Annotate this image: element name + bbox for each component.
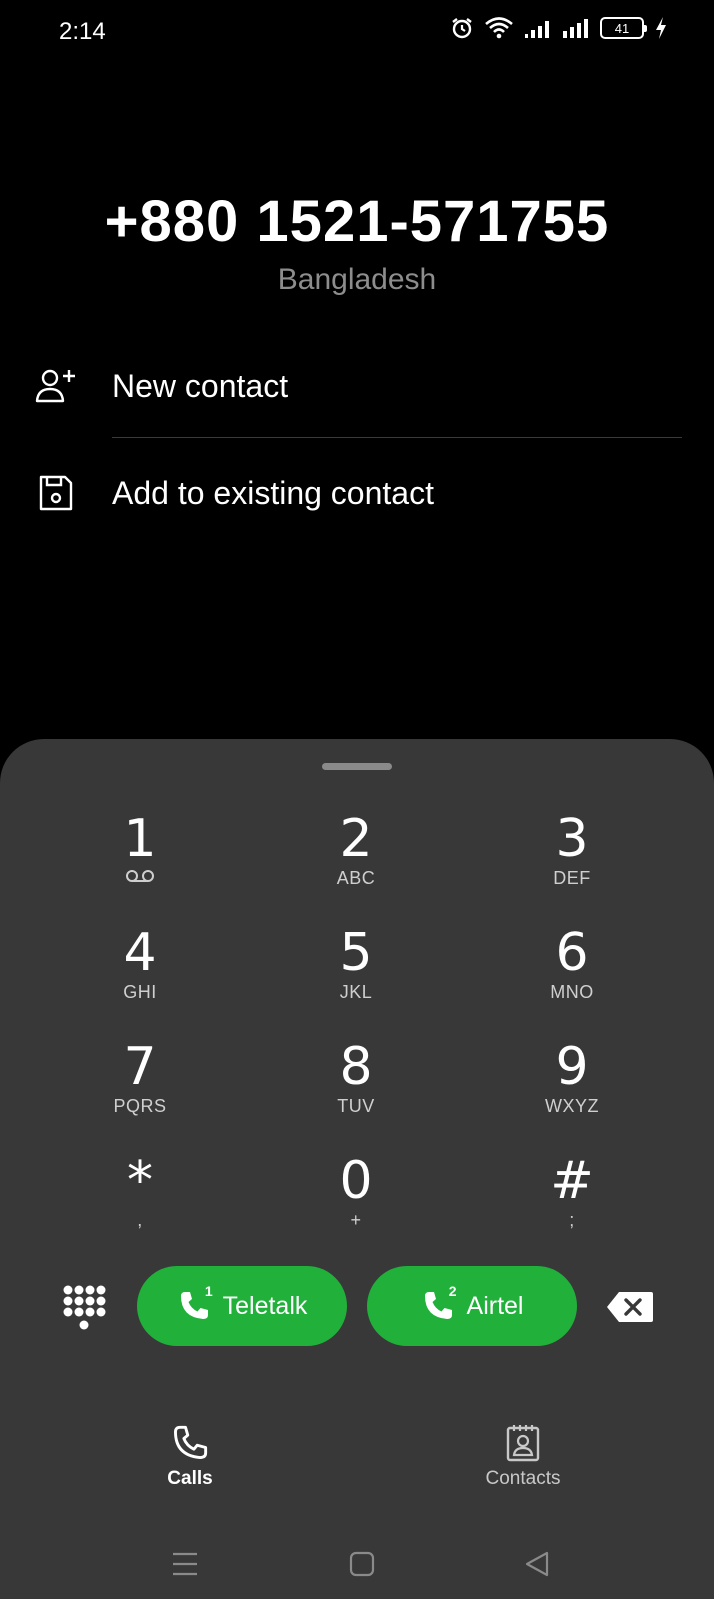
battery-icon: 41 <box>600 17 647 39</box>
key-digit: 9 <box>555 1037 589 1097</box>
add-person-icon <box>35 369 75 403</box>
key-digit: * <box>127 1151 153 1211</box>
key-letters: , <box>137 1210 143 1230</box>
system-navigation-bar <box>0 1551 714 1591</box>
key-digit: 7 <box>123 1037 157 1097</box>
key-digit: 3 <box>555 809 589 869</box>
key-digit: 5 <box>339 923 373 983</box>
key-letters: TUV <box>337 1096 375 1116</box>
divider <box>112 437 682 438</box>
add-to-existing-contact-button[interactable]: Add to existing contact <box>0 443 714 543</box>
key-2[interactable]: 2 ABC <box>256 811 456 921</box>
signal-sim1-icon <box>525 21 549 38</box>
key-hash[interactable]: # ; <box>472 1153 672 1263</box>
key-digit: # <box>550 1151 594 1211</box>
drag-handle[interactable] <box>322 763 392 770</box>
contacts-tab-icon <box>506 1425 540 1462</box>
key-letters: ; <box>569 1210 575 1230</box>
number-region: Bangladesh <box>277 263 437 296</box>
call-row: 1 Teletalk 2 Airtel <box>0 1266 714 1346</box>
alarm-icon <box>452 18 472 39</box>
key-digit: 0 <box>339 1151 373 1211</box>
status-icons: 41 <box>450 16 668 40</box>
key-letters: MNO <box>550 982 594 1002</box>
key-1[interactable]: 1 <box>40 811 240 921</box>
signal-sim2-icon <box>563 19 588 38</box>
key-digit: 8 <box>339 1037 373 1097</box>
new-contact-label: New contact <box>112 367 289 404</box>
call-sim2-button[interactable]: 2 Airtel <box>367 1266 577 1346</box>
voicemail-icon <box>126 870 154 882</box>
sim1-number: 1 <box>204 1283 213 1299</box>
call-sim1-button[interactable]: 1 Teletalk <box>137 1266 347 1346</box>
tab-contacts-label: Contacts <box>485 1468 561 1489</box>
key-letters: DEF <box>553 868 591 888</box>
key-star[interactable]: * , <box>40 1153 240 1263</box>
status-time: 2:14 <box>59 18 106 45</box>
key-letters: GHI <box>123 982 157 1002</box>
new-contact-button[interactable]: New contact <box>0 336 714 436</box>
key-8[interactable]: 8 TUV <box>256 1039 456 1149</box>
key-digit: 1 <box>123 809 157 869</box>
key-letters: + <box>350 1210 362 1230</box>
key-letters: WXYZ <box>545 1096 599 1116</box>
key-letters: PQRS <box>113 1096 167 1116</box>
bottom-tabs: Calls Contacts <box>0 1424 714 1504</box>
key-0[interactable]: 0 + <box>256 1153 456 1263</box>
key-letters: ABC <box>336 868 376 888</box>
key-6[interactable]: 6 MNO <box>472 925 672 1035</box>
sim1-label: Teletalk <box>222 1291 308 1320</box>
battery-level: 41 <box>614 20 630 36</box>
phone-tab-icon <box>174 1425 208 1459</box>
phone-icon: 2 <box>421 1283 457 1323</box>
key-4[interactable]: 4 GHI <box>40 925 240 1035</box>
key-9[interactable]: 9 WXYZ <box>472 1039 672 1149</box>
tab-calls[interactable]: Calls <box>110 1424 270 1490</box>
back-icon[interactable] <box>524 1551 550 1577</box>
sim2-label: Airtel <box>466 1291 524 1320</box>
key-7[interactable]: 7 PQRS <box>40 1039 240 1149</box>
dialpad-toggle-icon[interactable] <box>62 1284 106 1334</box>
home-icon[interactable] <box>349 1551 375 1577</box>
key-letters: JKL <box>339 982 373 1002</box>
key-5[interactable]: 5 JKL <box>256 925 456 1035</box>
key-digit: 6 <box>555 923 589 983</box>
dialpad-sheet: 1 2 ABC 3 DEF 4 GHI 5 JKL 6 MNO 7 PQRS 8… <box>0 739 714 1599</box>
key-digit: 4 <box>123 923 157 983</box>
backspace-icon[interactable] <box>605 1290 655 1324</box>
add-existing-label: Add to existing contact <box>112 474 434 511</box>
save-contact-icon <box>39 475 73 511</box>
key-digit: 2 <box>339 809 373 869</box>
menu-icon[interactable] <box>171 1551 199 1577</box>
tab-calls-label: Calls <box>167 1468 213 1489</box>
key-3[interactable]: 3 DEF <box>472 811 672 921</box>
sim2-number: 2 <box>448 1283 457 1299</box>
tab-contacts[interactable]: Contacts <box>443 1424 603 1490</box>
status-bar: 2:14 41 <box>0 0 714 66</box>
phone-icon: 1 <box>177 1283 213 1323</box>
charging-icon <box>656 17 666 39</box>
wifi-icon <box>485 17 513 39</box>
dialed-number[interactable]: +880 1521-571755 <box>0 188 714 255</box>
